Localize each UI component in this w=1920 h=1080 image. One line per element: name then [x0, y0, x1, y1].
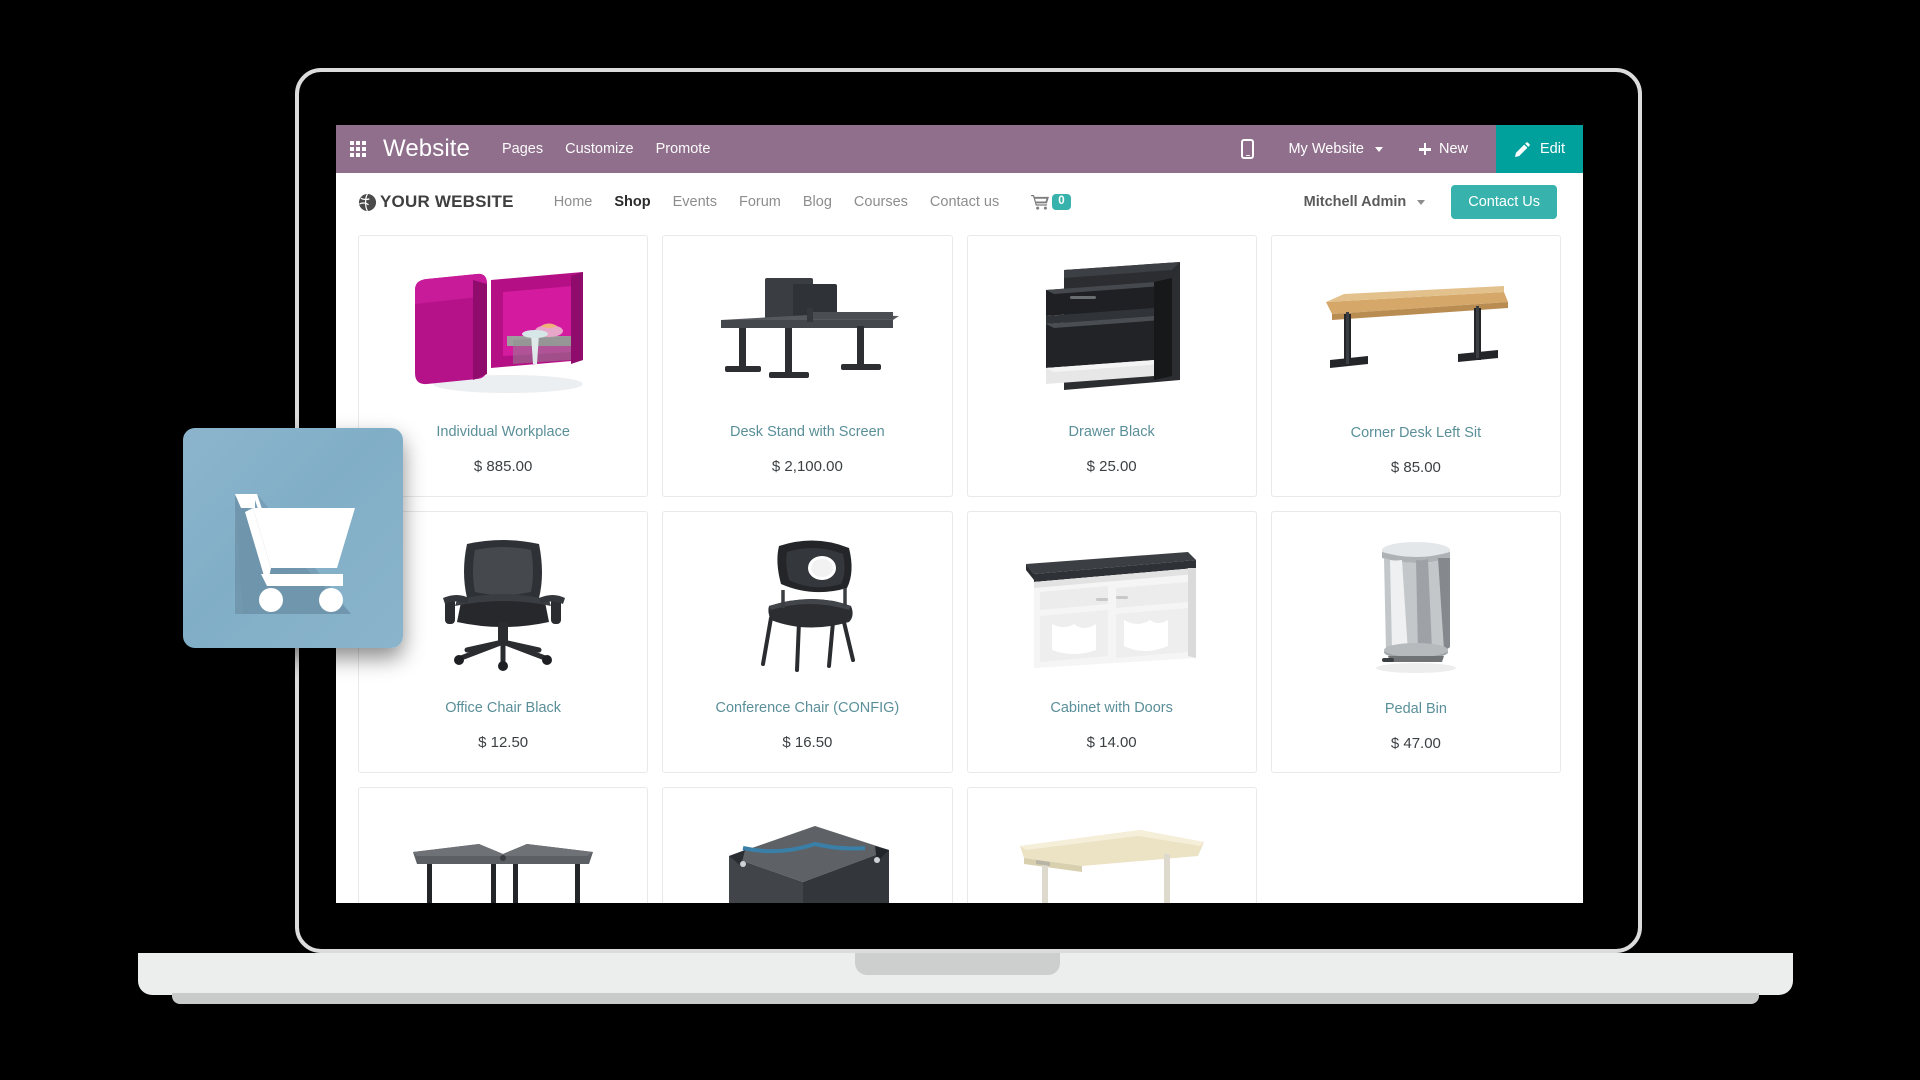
site-nav: Home Shop Events Forum Blog Courses Cont… — [554, 194, 1000, 210]
menu-item-pages[interactable]: Pages — [502, 141, 543, 157]
product-card[interactable] — [662, 787, 953, 903]
globe-icon — [358, 193, 377, 212]
product-card[interactable]: Cabinet with Doors $ 14.00 — [966, 511, 1257, 773]
nav-link-shop[interactable]: Shop — [614, 194, 650, 210]
chevron-down-icon — [1374, 146, 1383, 152]
large-meeting-table-image — [359, 794, 647, 903]
cart-button[interactable]: 0 — [1031, 193, 1071, 211]
laptop-trackpad-notch — [855, 953, 1060, 975]
site-logo[interactable]: YOUR WEBSITE — [358, 192, 514, 212]
conference-chair-image — [663, 518, 951, 696]
nav-link-events[interactable]: Events — [673, 194, 717, 210]
desk-stand-with-screen-image — [663, 242, 951, 420]
chevron-down-icon — [1417, 199, 1426, 205]
laptop-base-lip — [172, 993, 1759, 1004]
browser-screen: Website Pages Customize Promote My Websi… — [336, 125, 1583, 903]
product-price: $ 885.00 — [473, 458, 533, 476]
shopping-cart-icon — [235, 494, 355, 614]
product-price: $ 16.50 — [782, 734, 833, 752]
drawer-black-image — [968, 242, 1256, 420]
product-name: Cabinet with Doors — [1050, 700, 1173, 716]
product-price: $ 85.00 — [1390, 459, 1441, 477]
edit-button-label: Edit — [1540, 141, 1565, 157]
nav-link-home[interactable]: Home — [554, 194, 593, 210]
nav-link-courses[interactable]: Courses — [854, 194, 908, 210]
shopping-cart-icon — [1031, 194, 1050, 210]
corner-desk-left-sit-image — [1272, 242, 1560, 420]
odoo-top-bar: Website Pages Customize Promote My Websi… — [336, 125, 1583, 173]
product-card[interactable] — [358, 787, 649, 903]
website-selector-label: My Website — [1288, 141, 1364, 157]
product-card[interactable]: Conference Chair (CONFIG) $ 16.50 — [662, 511, 953, 773]
new-button-label: New — [1438, 141, 1468, 157]
pencil-icon — [1514, 141, 1531, 158]
empty-slot — [1272, 794, 1560, 903]
product-card[interactable] — [966, 787, 1257, 903]
product-price: $ 12.50 — [478, 734, 529, 752]
product-name: Drawer Black — [1068, 424, 1155, 440]
product-name: Conference Chair (CONFIG) — [715, 700, 900, 716]
menu-item-customize[interactable]: Customize — [565, 141, 634, 157]
product-price: $ 25.00 — [1086, 458, 1137, 476]
product-price: $ 14.00 — [1086, 734, 1137, 752]
edit-button[interactable]: Edit — [1496, 125, 1583, 173]
cart-count-badge: 0 — [1052, 193, 1071, 211]
product-price: $ 2,100.00 — [771, 458, 843, 476]
menu-item-promote[interactable]: Promote — [656, 141, 711, 157]
app-name-label[interactable]: Website — [383, 135, 470, 163]
product-card[interactable]: Pedal Bin $ 47.00 — [1270, 511, 1561, 773]
storage-box-image — [663, 794, 951, 903]
corner-desk-right-sit-image — [968, 794, 1256, 903]
product-name: Individual Workplace — [436, 424, 570, 440]
ecommerce-app-icon[interactable] — [183, 428, 403, 648]
product-card[interactable]: Drawer Black $ 25.00 — [966, 235, 1257, 497]
odoo-top-bar-right: My Website New Edit — [1241, 125, 1583, 173]
new-button[interactable]: New — [1418, 141, 1468, 157]
individual-workplace-image — [359, 242, 647, 420]
plus-icon — [1418, 143, 1431, 155]
site-logo-text: YOUR WEBSITE — [380, 192, 514, 211]
product-card[interactable]: Desk Stand with Screen $ 2,100.00 — [662, 235, 953, 497]
product-name: Pedal Bin — [1384, 701, 1447, 717]
product-grid: Individual Workplace $ 885.00 Desk Stand… — [336, 231, 1583, 903]
product-name: Corner Desk Left Sit — [1350, 425, 1482, 441]
product-name: Desk Stand with Screen — [730, 424, 885, 440]
user-menu-label: Mitchell Admin — [1303, 194, 1407, 210]
cabinet-with-doors-image — [968, 518, 1256, 696]
product-price: $ 47.00 — [1390, 735, 1441, 753]
pedal-bin-image — [1272, 518, 1560, 696]
nav-link-blog[interactable]: Blog — [803, 194, 832, 210]
apps-grid-icon[interactable] — [350, 141, 366, 157]
nav-link-contact-us[interactable]: Contact us — [930, 194, 999, 210]
website-selector[interactable]: My Website — [1288, 141, 1383, 157]
user-menu[interactable]: Mitchell Admin — [1304, 194, 1426, 210]
contact-us-button[interactable]: Contact Us — [1451, 185, 1557, 219]
nav-link-forum[interactable]: Forum — [739, 194, 781, 210]
odoo-menu-bar: Pages Customize Promote — [502, 141, 710, 157]
product-name: Office Chair Black — [445, 700, 562, 716]
website-header: YOUR WEBSITE Home Shop Events Forum Blog… — [336, 173, 1583, 231]
website-header-right: Mitchell Admin Contact Us — [1304, 185, 1557, 219]
product-card — [1270, 787, 1561, 903]
mobile-phone-icon[interactable] — [1241, 139, 1255, 159]
product-card[interactable]: Corner Desk Left Sit $ 85.00 — [1270, 235, 1561, 497]
